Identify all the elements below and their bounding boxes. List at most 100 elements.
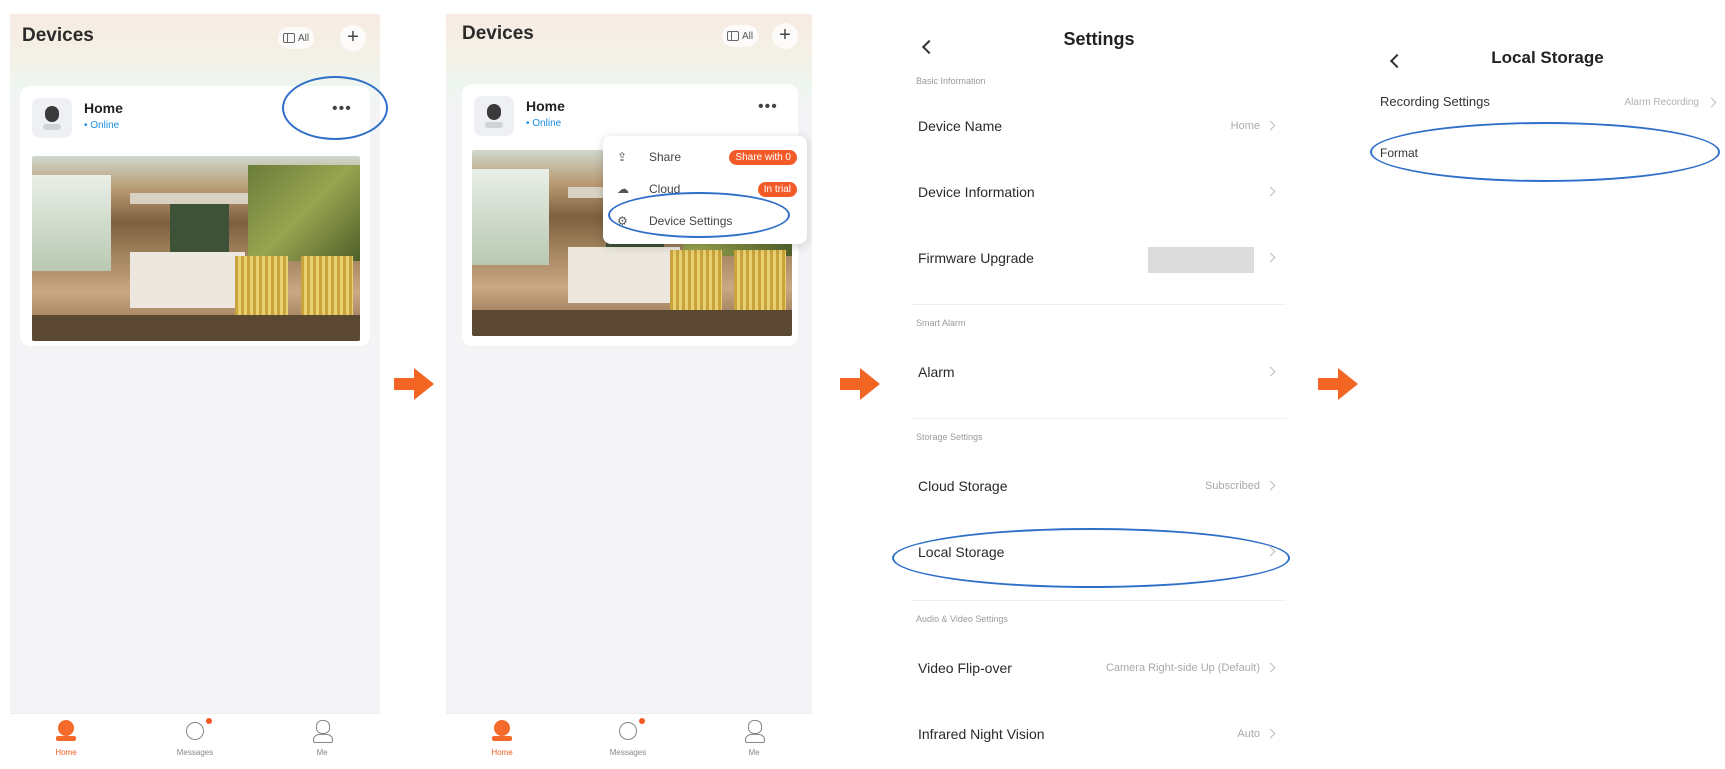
more-options-icon[interactable]: •••: [332, 100, 352, 118]
settings-gear-icon: ⚙: [617, 214, 628, 228]
camera-preview[interactable]: [32, 156, 360, 341]
devices-menu-screen: Devices All + Home • Online ••• ⇪ Share …: [446, 14, 812, 769]
row-label: Infrared Night Vision: [918, 726, 1045, 742]
section-storage-settings: Storage Settings: [916, 432, 983, 442]
row-value: Camera Right-side Up (Default): [1105, 662, 1260, 674]
chevron-right-icon: [1265, 120, 1276, 131]
page-title: Local Storage: [1491, 48, 1604, 67]
tab-bar: Home Messages Me: [10, 713, 380, 769]
row-label: Alarm: [918, 364, 955, 380]
row-label: Video Flip-over: [918, 660, 1012, 676]
tab-home[interactable]: Home: [472, 720, 532, 757]
chevron-right-icon: [1265, 662, 1276, 673]
row-value: Home: [1230, 120, 1260, 132]
camera-icon: [474, 96, 514, 136]
menu-item-device-settings[interactable]: ⚙ Device Settings: [617, 210, 797, 232]
divider: [912, 600, 1286, 601]
next-step-arrow-icon: [1318, 368, 1358, 400]
device-options-menu: ⇪ Share Share with 0 ☁ Cloud In trial ⚙ …: [603, 136, 807, 244]
chevron-right-icon: [1265, 480, 1276, 491]
settings-row-device-name[interactable]: Device Name Home: [896, 96, 1302, 156]
home-camera-icon: [492, 720, 512, 742]
add-device-button[interactable]: +: [772, 23, 798, 49]
row-label: Local Storage: [918, 544, 1005, 560]
divider: [912, 418, 1286, 419]
divider: [912, 304, 1286, 305]
section-smart-alarm: Smart Alarm: [916, 318, 966, 328]
chevron-right-icon: [1265, 366, 1276, 377]
next-step-arrow-icon: [840, 368, 880, 400]
page-title: Devices: [22, 25, 94, 46]
menu-item-label: Device Settings: [649, 214, 733, 228]
message-icon: [186, 718, 212, 740]
tab-messages[interactable]: Messages: [165, 718, 225, 757]
tab-me-label: Me: [748, 748, 760, 757]
all-filter-label: All: [742, 30, 754, 42]
menu-item-cloud[interactable]: ☁ Cloud In trial: [617, 178, 797, 200]
settings-row-local-storage[interactable]: Local Storage: [896, 522, 1302, 582]
grid-view-icon: [727, 31, 739, 41]
row-label: Device Information: [918, 184, 1035, 200]
tab-home-label: Home: [55, 748, 77, 757]
camera-icon: [32, 98, 72, 138]
device-name: Home: [84, 100, 123, 116]
row-label: Firmware Upgrade: [918, 250, 1034, 266]
device-status: • Online: [84, 120, 120, 131]
all-filter-button[interactable]: All: [278, 27, 315, 49]
all-filter-label: All: [298, 32, 310, 44]
device-card[interactable]: Home • Online •••: [20, 86, 370, 346]
chevron-right-icon: [1265, 546, 1276, 557]
tab-home[interactable]: Home: [36, 720, 96, 757]
devices-screen: Devices All + Home • Online ••• Home Mes…: [10, 14, 380, 769]
tab-me-label: Me: [316, 748, 328, 757]
profile-icon: [312, 720, 333, 743]
settings-row-cloud-storage[interactable]: Cloud Storage Subscribed: [896, 456, 1302, 516]
row-label: Cloud Storage: [918, 478, 1008, 494]
chevron-right-icon: [1265, 186, 1276, 197]
add-device-button[interactable]: +: [340, 25, 366, 51]
tab-home-label: Home: [491, 748, 513, 757]
menu-item-share[interactable]: ⇪ Share Share with 0: [617, 146, 797, 168]
device-status: • Online: [526, 118, 562, 129]
chevron-right-icon: [1265, 252, 1276, 263]
tab-messages[interactable]: Messages: [598, 718, 658, 757]
settings-row-night-vision[interactable]: Infrared Night Vision Auto: [896, 704, 1302, 764]
row-label: Device Name: [918, 118, 1003, 134]
grid-view-icon: [283, 33, 295, 43]
settings-row-device-information[interactable]: Device Information: [896, 162, 1302, 222]
redacted-version-box: [1148, 247, 1254, 273]
tab-bar: Home Messages Me: [446, 713, 812, 769]
local-storage-screen: Local Storage Recording Settings Alarm R…: [1370, 14, 1725, 769]
row-value: Auto: [1237, 728, 1260, 740]
trial-badge: In trial: [757, 181, 797, 197]
tab-messages-label: Messages: [176, 748, 214, 757]
settings-screen: Settings Basic Information Device Name H…: [896, 14, 1302, 769]
tab-me[interactable]: Me: [292, 720, 352, 757]
message-icon: [619, 718, 645, 740]
page-title: Devices: [462, 23, 534, 44]
device-name: Home: [526, 98, 565, 114]
menu-item-label: Share: [649, 150, 682, 164]
next-step-arrow-icon: [394, 368, 434, 400]
section-basic-information: Basic Information: [916, 76, 986, 86]
format-button[interactable]: Format: [1380, 146, 1418, 160]
more-options-icon[interactable]: •••: [758, 98, 778, 116]
all-filter-button[interactable]: All: [722, 25, 759, 47]
share-icon: ⇪: [617, 150, 628, 164]
tab-me[interactable]: Me: [724, 720, 784, 757]
page-title: Settings: [1063, 29, 1135, 49]
tab-messages-label: Messages: [609, 748, 647, 757]
settings-row-video-flip[interactable]: Video Flip-over Camera Right-side Up (De…: [896, 638, 1302, 698]
profile-icon: [744, 720, 765, 743]
chevron-right-icon: [1706, 97, 1717, 108]
share-count-badge: Share with 0: [729, 149, 797, 165]
row-value: Alarm Recording: [1624, 97, 1699, 108]
settings-row-firmware-upgrade[interactable]: Firmware Upgrade: [896, 228, 1302, 288]
home-camera-icon: [56, 720, 76, 742]
settings-row-alarm[interactable]: Alarm: [896, 342, 1302, 402]
row-label: Recording Settings: [1380, 94, 1490, 109]
cloud-icon: ☁: [617, 182, 629, 196]
row-value: Subscribed: [1204, 480, 1260, 492]
chevron-right-icon: [1265, 728, 1276, 739]
menu-item-label: Cloud: [649, 182, 681, 196]
